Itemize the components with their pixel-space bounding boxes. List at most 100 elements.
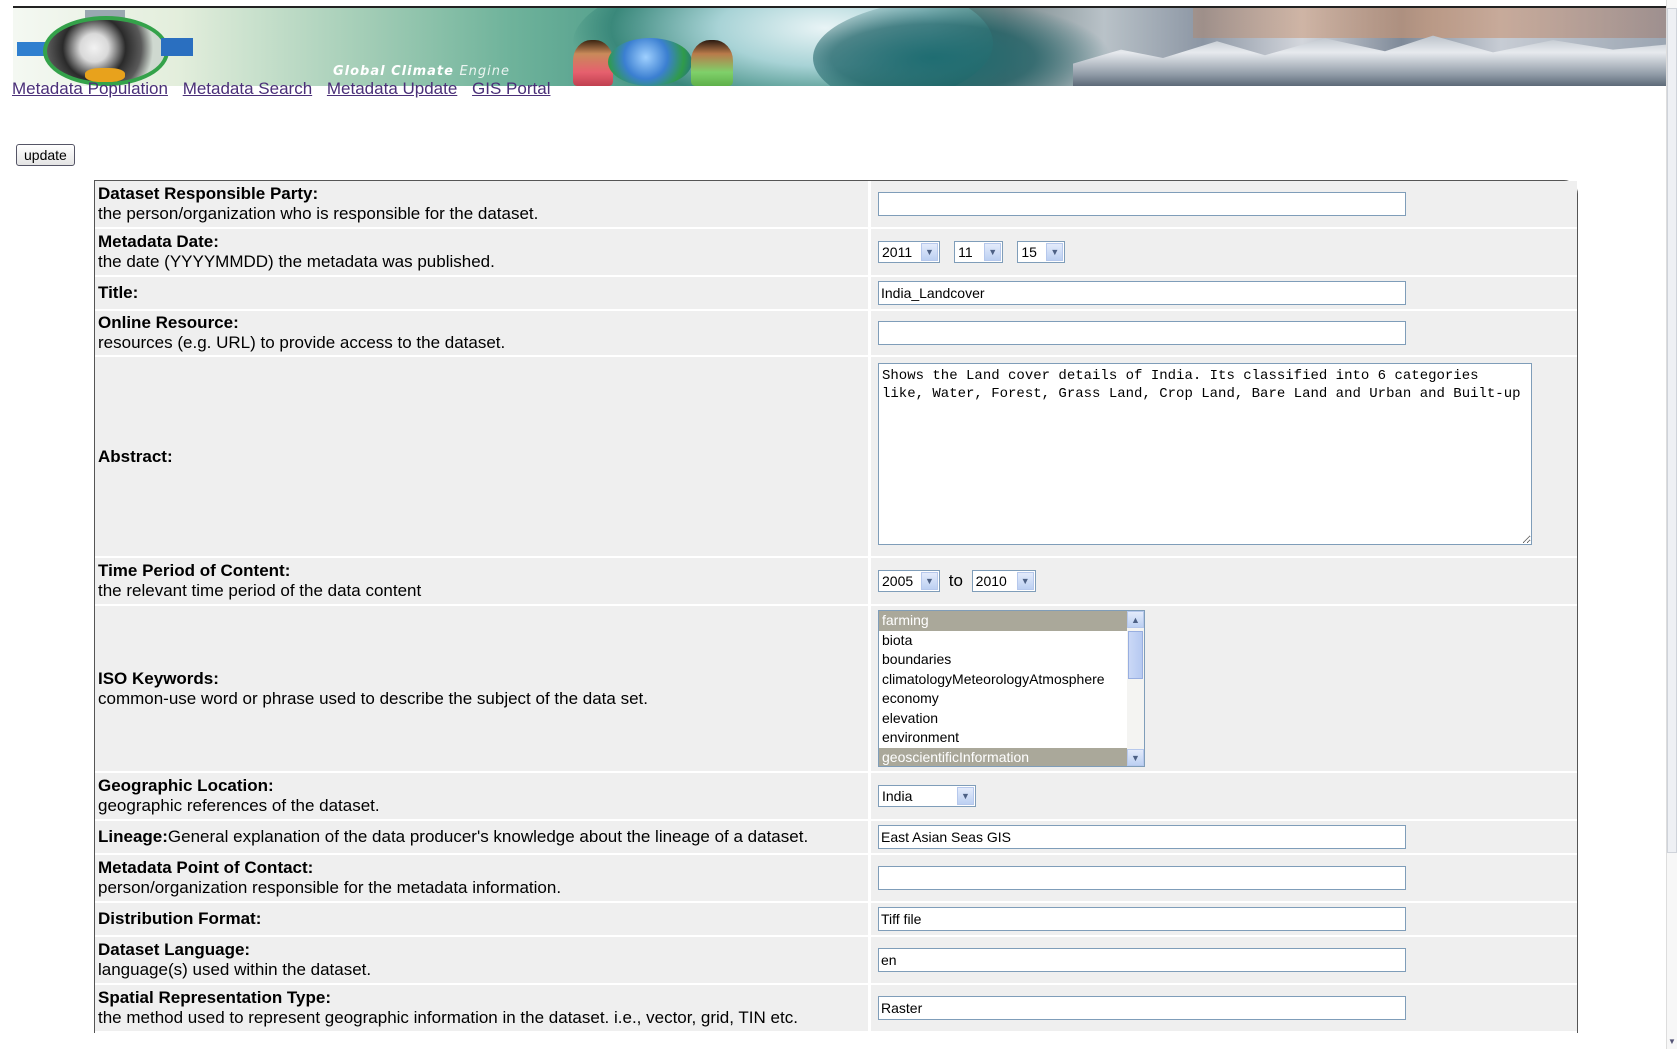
field-label-cell: Time Period of Content: the relevant tim… <box>95 558 871 604</box>
nav-link-metadata-search[interactable]: Metadata Search <box>183 79 312 98</box>
chevron-down-icon[interactable]: ▼ <box>921 572 938 590</box>
chevron-down-icon[interactable]: ▼ <box>1127 749 1144 766</box>
metadata-day-select[interactable]: 15 ▼ <box>1017 241 1066 263</box>
nav-link-metadata-update[interactable]: Metadata Update <box>327 79 457 98</box>
chevron-down-icon[interactable]: ▼ <box>1667 1037 1677 1049</box>
banner-child-right <box>691 40 733 86</box>
geo-location-select[interactable]: India ▼ <box>878 785 976 807</box>
chevron-down-icon[interactable]: ▼ <box>1046 243 1064 261</box>
list-item[interactable]: farming <box>879 611 1144 631</box>
list-item[interactable]: environment <box>879 728 1144 748</box>
field-label: Online Resource: <box>98 313 239 332</box>
field-value-cell: 2005 ▼ to 2010 ▼ <box>871 558 1577 604</box>
field-description: General explanation of the data producer… <box>167 827 809 846</box>
row-dataset-language: Dataset Language: language(s) used withi… <box>95 937 1577 983</box>
field-value-cell: farming biota boundaries climatologyMete… <box>871 606 1577 771</box>
chevron-down-icon[interactable]: ▼ <box>984 243 1002 261</box>
field-label-cell: Lineage:General explanation of the data … <box>95 821 871 853</box>
row-geo-location: Geographic Location: geographic referenc… <box>95 773 1577 819</box>
listbox-scrollbar[interactable]: ▲ ▼ <box>1127 611 1144 766</box>
row-title: Title: <box>95 277 1577 309</box>
list-item[interactable]: elevation <box>879 709 1144 729</box>
metadata-year-select[interactable]: 2011 ▼ <box>878 241 940 263</box>
abstract-textarea[interactable]: Shows the Land cover details of India. I… <box>878 363 1532 545</box>
metadata-form: Dataset Responsible Party: the person/or… <box>94 180 1578 1033</box>
row-point-of-contact: Metadata Point of Contact: person/organi… <box>95 855 1577 901</box>
time-period-to-select[interactable]: 2010 ▼ <box>971 570 1036 592</box>
field-label-cell: Title: <box>95 277 871 309</box>
nav-link-gis-portal[interactable]: GIS Portal <box>472 79 550 98</box>
row-distribution-format: Distribution Format: <box>95 903 1577 935</box>
field-value-cell <box>871 985 1577 1031</box>
metadata-form-table: Dataset Responsible Party: the person/or… <box>95 179 1577 1033</box>
field-label-cell: Geographic Location: geographic referenc… <box>95 773 871 819</box>
field-label-cell: Dataset Language: language(s) used withi… <box>95 937 871 983</box>
row-metadata-date: Metadata Date: the date (YYYYMMDD) the m… <box>95 229 1577 275</box>
row-iso-keywords: ISO Keywords: common-use word or phrase … <box>95 606 1577 771</box>
list-item[interactable]: climatologyMeteorologyAtmosphere <box>879 670 1144 690</box>
list-item[interactable]: geoscientificInformation <box>879 747 1144 766</box>
chevron-down-icon[interactable]: ▼ <box>921 243 938 261</box>
metadata-month-select[interactable]: 11 ▼ <box>954 241 1004 263</box>
header-banner: Global Climate Engine <box>13 6 1666 86</box>
row-lineage: Lineage:General explanation of the data … <box>95 821 1577 853</box>
field-label: Distribution Format: <box>98 909 262 928</box>
field-label: Metadata Date: <box>98 232 219 251</box>
top-nav: Metadata Population Metadata Search Meta… <box>12 79 560 99</box>
field-label: Lineage: <box>98 827 168 846</box>
field-value-cell <box>871 181 1577 227</box>
field-label-cell: Distribution Format: <box>95 903 871 935</box>
field-description: the date (YYYYMMDD) the metadata was pub… <box>98 252 495 271</box>
page-scrollbar[interactable]: ▼ <box>1666 0 1677 1049</box>
distribution-format-input[interactable] <box>878 907 1406 931</box>
lineage-input[interactable] <box>878 825 1406 849</box>
field-label-cell: Metadata Date: the date (YYYYMMDD) the m… <box>95 229 871 275</box>
scrollbar-thumb[interactable] <box>1128 631 1143 679</box>
field-value-cell <box>871 855 1577 901</box>
field-description: the person/organization who is responsib… <box>98 204 539 223</box>
nav-link-metadata-population[interactable]: Metadata Population <box>12 79 168 98</box>
time-period-from-select[interactable]: 2005 ▼ <box>878 570 940 592</box>
list-item[interactable]: boundaries <box>879 650 1144 670</box>
field-description: person/organization responsible for the … <box>98 878 562 897</box>
field-value-cell <box>871 903 1577 935</box>
field-label: Abstract: <box>98 446 173 466</box>
spatial-representation-type-input[interactable] <box>878 996 1406 1020</box>
field-value-cell <box>871 277 1577 309</box>
chevron-down-icon[interactable]: ▼ <box>1016 572 1034 590</box>
chevron-up-icon[interactable]: ▲ <box>1127 611 1144 628</box>
field-description: resources (e.g. URL) to provide access t… <box>98 333 506 352</box>
chevron-down-icon[interactable]: ▼ <box>957 787 974 805</box>
field-label-cell: Online Resource: resources (e.g. URL) to… <box>95 311 871 355</box>
field-value-cell <box>871 821 1577 853</box>
responsible-party-input[interactable] <box>878 192 1406 216</box>
field-value-cell: 2011 ▼ 11 ▼ 15 ▼ <box>871 229 1577 275</box>
banner-wave-dark <box>813 8 1113 86</box>
field-label: Metadata Point of Contact: <box>98 858 314 877</box>
field-label: Dataset Responsible Party: <box>98 184 319 203</box>
field-label-cell: ISO Keywords: common-use word or phrase … <box>95 606 871 771</box>
row-responsible-party: Dataset Responsible Party: the person/or… <box>95 181 1577 227</box>
iso-keywords-listbox[interactable]: farming biota boundaries climatologyMete… <box>878 610 1145 767</box>
field-description: common-use word or phrase used to descri… <box>98 688 648 708</box>
update-button[interactable]: update <box>16 144 75 166</box>
field-description: the relevant time period of the data con… <box>98 581 422 600</box>
field-description: the method used to represent geographic … <box>98 1008 798 1027</box>
row-time-period: Time Period of Content: the relevant tim… <box>95 558 1577 604</box>
field-value-cell: India ▼ <box>871 773 1577 819</box>
list-item[interactable]: economy <box>879 689 1144 709</box>
globe-icon <box>608 38 692 86</box>
banner-sky <box>1193 8 1666 38</box>
field-label-cell: Spatial Representation Type: the method … <box>95 985 871 1031</box>
row-spatial-representation-type: Spatial Representation Type: the method … <box>95 985 1577 1031</box>
list-item[interactable]: biota <box>879 631 1144 651</box>
selected-option: 2010 <box>975 573 1007 589</box>
title-input[interactable] <box>878 281 1406 305</box>
banner-title: Global Climate Engine <box>333 64 511 79</box>
row-abstract: Abstract: Shows the Land cover details o… <box>95 357 1577 556</box>
online-resource-input[interactable] <box>878 321 1406 345</box>
logo-satellite-wing-right <box>161 38 193 56</box>
point-of-contact-input[interactable] <box>878 866 1406 890</box>
dataset-language-input[interactable] <box>878 948 1406 972</box>
scrollbar-thumb[interactable] <box>1667 8 1677 853</box>
